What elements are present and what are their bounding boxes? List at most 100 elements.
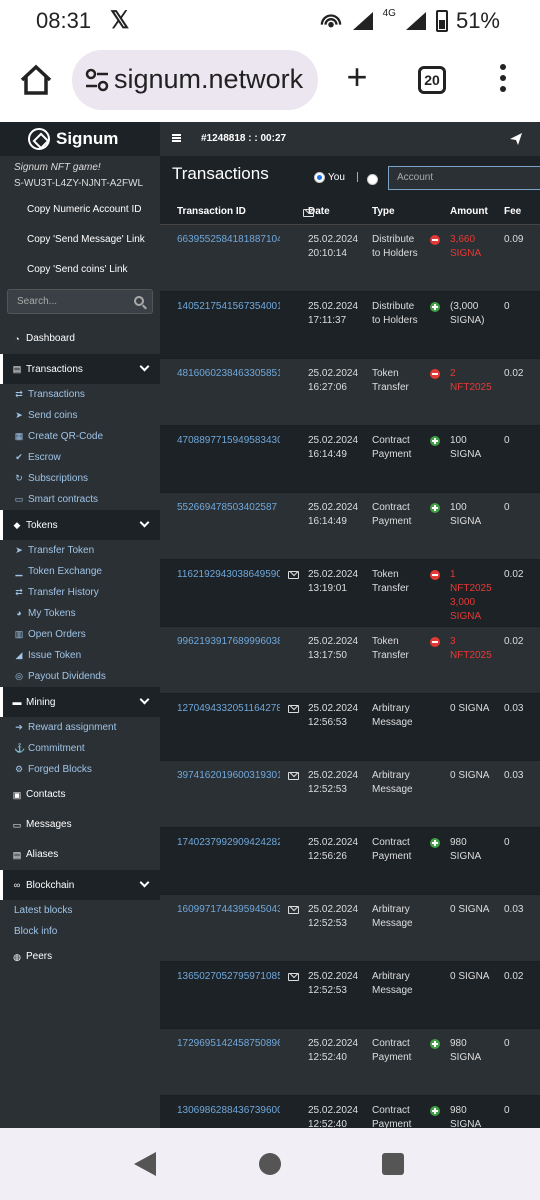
transaction-id[interactable]: 4708897715949583430 (177, 435, 283, 446)
filter-you-option[interactable]: You (314, 172, 345, 183)
type-line-1: Arbitrary (372, 702, 410, 714)
home-circle-icon[interactable] (259, 1153, 281, 1175)
table-row[interactable]: 14052175415673540014 25.02.2024 17:11:37 Di… (160, 291, 540, 359)
sidebar-item-transactions[interactable]: ⇄ Transactions (0, 384, 160, 405)
message-cell (280, 1095, 308, 1128)
transaction-id-link[interactable]: 17296951424587508966 (160, 1028, 288, 1096)
sidebar-item-transfer-history[interactable]: ⇄ Transfer History (0, 582, 160, 603)
sidebar-item-reward-assignment[interactable]: ➔ Reward assignment (0, 717, 160, 738)
home-icon[interactable] (18, 62, 54, 98)
copy-send-coins-link[interactable]: Copy 'Send coins' Link (0, 255, 160, 285)
table-row[interactable]: 13069862884367396003 25.02.2024 12:52:40 Co… (160, 1095, 540, 1128)
sidebar-item-create-qr[interactable]: ▦ Create QR-Code (0, 426, 160, 447)
table-row[interactable]: 13650270527959710856 25.02.2024 12:52:53 Ar… (160, 961, 540, 1029)
transaction-id[interactable]: 9962193917689996038 (177, 636, 283, 647)
sidebar-item-escrow[interactable]: ✔ Escrow (0, 447, 160, 468)
sidebar-item-aliases[interactable]: ▤ Aliases (0, 840, 160, 870)
transaction-id-link[interactable]: 16099717443959450433 (160, 894, 288, 962)
sidebar-item-contacts[interactable]: ▣ Contacts (0, 780, 160, 810)
back-icon[interactable] (134, 1152, 156, 1176)
transaction-id-link[interactable]: 9962193917689996038 (160, 626, 283, 694)
new-tab-button[interactable]: + (340, 56, 374, 98)
transaction-id-link[interactable]: 11621929430386495908 (160, 559, 288, 627)
col-type[interactable]: Type (372, 200, 430, 225)
sidebar-item-transfer-token[interactable]: ➤ Transfer Token (0, 540, 160, 561)
sidebar-item-issue-token[interactable]: ◢ Issue Token (0, 645, 160, 666)
transaction-id[interactable]: 17402379929094242822 (177, 837, 288, 848)
sidebar-item-commitment[interactable]: ⚓ Commitment (0, 738, 160, 759)
transaction-id[interactable]: 11621929430386495908 (177, 569, 288, 580)
transaction-id-link[interactable]: 13650270527959710856 (160, 961, 288, 1029)
transaction-id[interactable]: 17296951424587508966 (177, 1038, 288, 1049)
table-row[interactable]: 16099717443959450433 25.02.2024 12:52:53 Ar… (160, 894, 540, 962)
sidebar-item-subscriptions[interactable]: ↻ Subscriptions (0, 468, 160, 489)
table-row[interactable]: 12704943320511642789 25.02.2024 12:56:53 Ar… (160, 693, 540, 761)
table-row[interactable]: 9962193917689996038 25.02.2024 13:17:50 Tok… (160, 626, 540, 694)
sidebar-item-forged-blocks[interactable]: ⚙ Forged Blocks (0, 759, 160, 780)
menu-toggle-icon[interactable] (172, 134, 181, 142)
transaction-id[interactable]: 13650270527959710856 (177, 971, 288, 982)
table-row[interactable]: 11621929430386495908 25.02.2024 13:19:01 To… (160, 559, 540, 627)
transaction-id-link[interactable]: 14052175415673540014 (160, 291, 288, 359)
transaction-id-link[interactable]: 3974162019600319301 (160, 760, 283, 828)
transaction-id[interactable]: 14052175415673540014 (177, 301, 288, 312)
search-icon[interactable] (134, 296, 144, 306)
transaction-id-link[interactable]: 17402379929094242822 (160, 827, 288, 895)
col-transaction-id[interactable]: Transaction ID (160, 200, 280, 225)
sidebar-item-block-info[interactable]: Block info (0, 921, 160, 942)
table-row[interactable]: 3974162019600319301 25.02.2024 12:52:53 Arb… (160, 760, 540, 828)
table-row[interactable]: 6639552584181887104 25.02.2024 20:10:14 Dis… (160, 224, 540, 292)
sidebar-item-smart-contracts[interactable]: ▭ Smart contracts (0, 489, 160, 510)
transaction-id[interactable]: 12704943320511642789 (177, 703, 288, 714)
transaction-id-link[interactable]: 12704943320511642789 (160, 693, 288, 761)
transaction-id[interactable]: 13069862884367396003 (177, 1105, 288, 1116)
transaction-id[interactable]: 4816060238463305851 (177, 368, 283, 379)
recent-apps-icon[interactable] (382, 1153, 404, 1175)
account-filter-input[interactable]: Account (388, 166, 540, 190)
col-fee[interactable]: Fee (504, 200, 540, 225)
sidebar-section-mining[interactable]: ▬ Mining (0, 687, 160, 717)
radio-you[interactable] (314, 172, 325, 183)
time: 12:56:53 (308, 716, 347, 728)
transaction-id-link[interactable]: 6639552584181887104 (160, 224, 283, 292)
sidebar-item-token-exchange[interactable]: ▁ Token Exchange (0, 561, 160, 582)
col-date[interactable]: Date (308, 200, 372, 225)
send-icon[interactable] (510, 133, 522, 145)
table-row[interactable]: 17402379929094242822 25.02.2024 12:56:26 Co… (160, 827, 540, 895)
sidebar-search-input[interactable]: Search... (7, 289, 153, 314)
sidebar-item-my-tokens[interactable]: ◕ My Tokens (0, 603, 160, 624)
radio-account[interactable] (367, 174, 378, 185)
sidebar-item-peers[interactable]: ◍ Peers (0, 942, 160, 972)
sidebar-item-payout-dividends[interactable]: ◎ Payout Dividends (0, 666, 160, 687)
sidebar-item-open-orders[interactable]: ▥ Open Orders (0, 624, 160, 645)
table-row[interactable]: 552669478503402587 25.02.2024 16:14:49 Cont… (160, 492, 540, 560)
transaction-id-link[interactable]: 552669478503402587 (160, 492, 280, 560)
copy-numeric-id-link[interactable]: Copy Numeric Account ID (0, 195, 160, 225)
brand[interactable]: Signum (0, 122, 160, 156)
site-settings-icon[interactable] (84, 68, 110, 92)
table-row[interactable]: 17296951424587508966 25.02.2024 12:52:40 Co… (160, 1028, 540, 1096)
date: 25.02.2024 (308, 367, 359, 379)
sidebar-item-send-coins[interactable]: ➤ Send coins (0, 405, 160, 426)
table-row[interactable]: 4816060238463305851 25.02.2024 16:27:06 Tok… (160, 358, 540, 426)
col-amount[interactable]: Amount (450, 200, 504, 225)
tab-switcher-button[interactable]: 20 (418, 66, 446, 94)
copy-send-message-link[interactable]: Copy 'Send Message' Link (0, 225, 160, 255)
sidebar-item-latest-blocks[interactable]: Latest blocks (0, 900, 160, 921)
transaction-id-link[interactable]: 4816060238463305851 (160, 358, 283, 426)
transaction-id-link[interactable]: 4708897715949583430 (160, 425, 283, 493)
table-row[interactable]: 4708897715949583430 25.02.2024 16:14:49 Con… (160, 425, 540, 493)
sidebar-item-messages[interactable]: ▭ Messages (0, 810, 160, 840)
address-bar[interactable]: signum.network (72, 50, 318, 110)
transaction-id[interactable]: 552669478503402587 (177, 502, 277, 513)
transaction-id-link[interactable]: 13069862884367396003 (160, 1095, 288, 1128)
sidebar-section-tokens[interactable]: ◆ Tokens (0, 510, 160, 540)
date: 25.02.2024 (308, 233, 359, 245)
transaction-id[interactable]: 3974162019600319301 (177, 770, 283, 781)
sidebar-item-dashboard[interactable]: ◔ Dashboard (0, 324, 160, 354)
transaction-id[interactable]: 6639552584181887104 (177, 234, 283, 245)
sidebar-section-blockchain[interactable]: ∞ Blockchain (0, 870, 160, 900)
browser-menu-icon[interactable] (496, 64, 510, 100)
transaction-id[interactable]: 16099717443959450433 (177, 904, 288, 915)
sidebar-section-transactions[interactable]: ▤ Transactions (0, 354, 160, 384)
